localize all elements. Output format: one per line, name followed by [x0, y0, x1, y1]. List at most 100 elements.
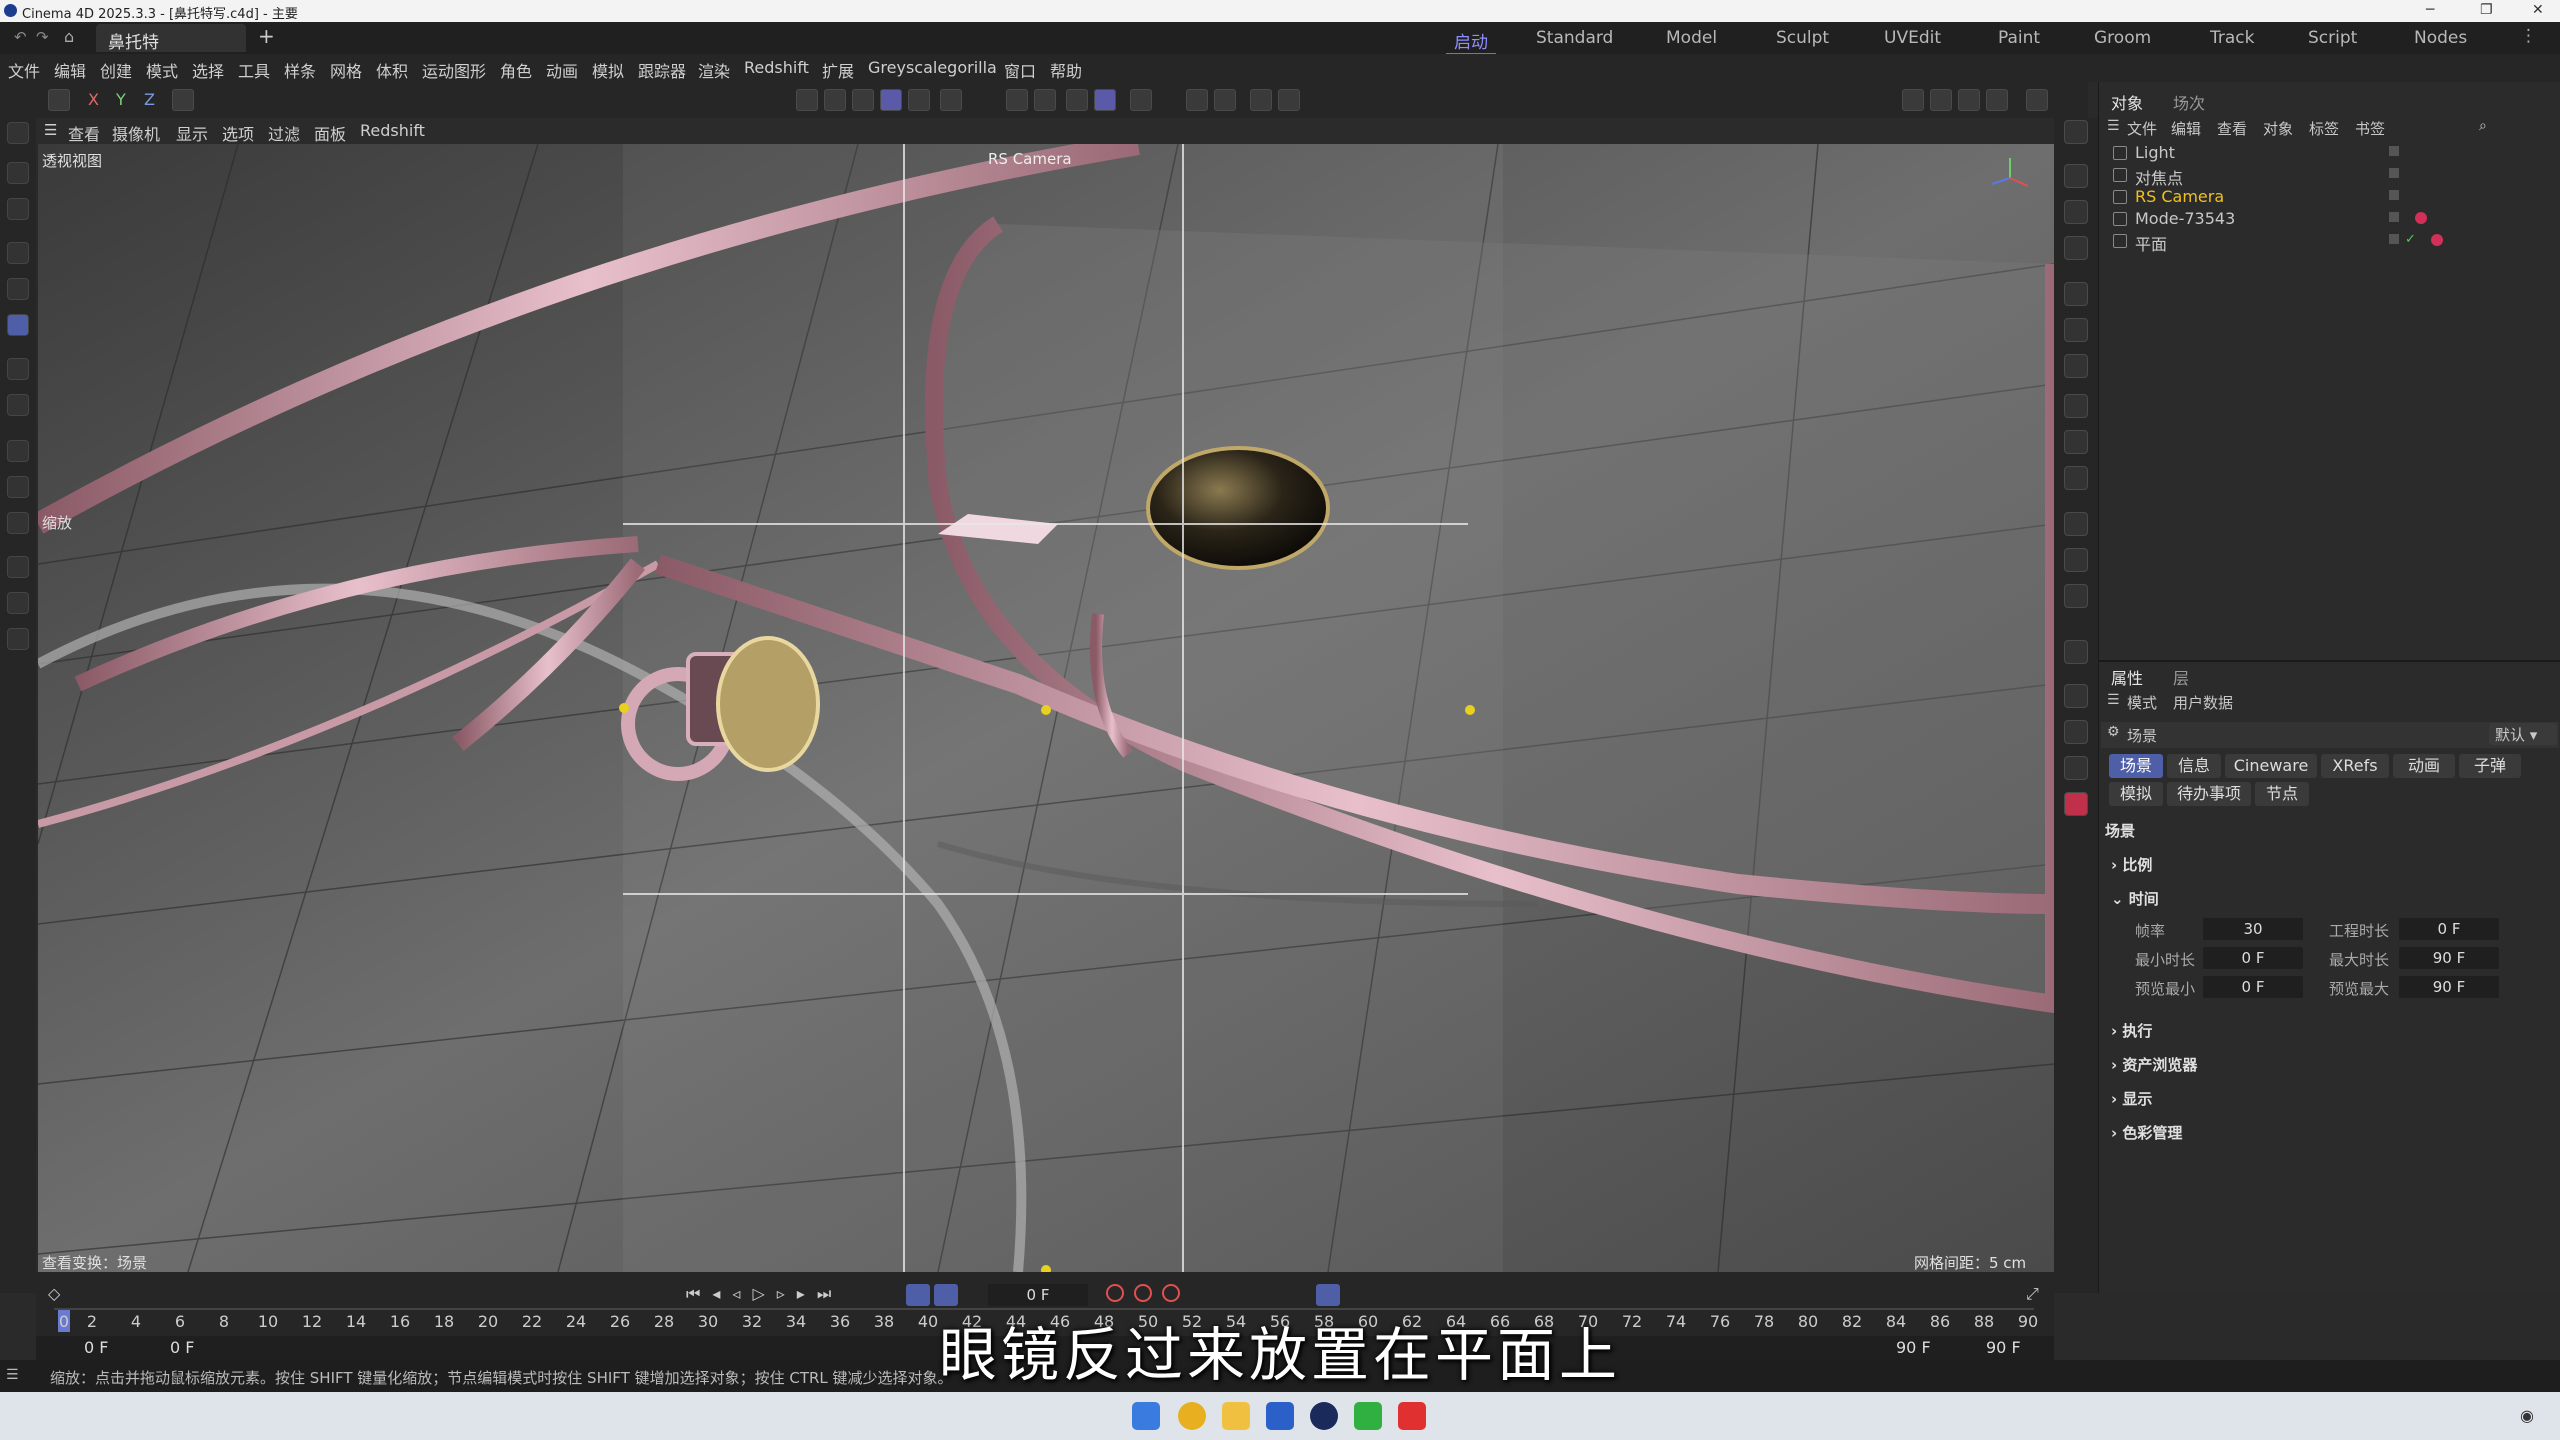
workplane-icon[interactable]	[1094, 89, 1116, 111]
attr-menu-icon[interactable]: ☰	[2107, 692, 2120, 708]
group-scale[interactable]: › 比例	[2111, 854, 2152, 875]
viewport-solo-icon[interactable]	[1250, 89, 1272, 111]
preset-dropdown[interactable]: 默认 ▾	[2489, 723, 2557, 745]
menu-tools[interactable]: 工具	[238, 58, 270, 82]
group-asset-browser[interactable]: › 资产浏览器	[2111, 1054, 2197, 1075]
menu-animate[interactable]: 动画	[546, 58, 578, 82]
cube-icon[interactable]	[2064, 200, 2088, 224]
menu-extensions[interactable]: 扩展	[822, 58, 854, 82]
quantize-icon[interactable]	[1130, 89, 1152, 111]
tray-icon[interactable]: ◉	[2520, 1406, 2534, 1425]
material-tag-icon[interactable]	[2415, 212, 2427, 224]
app-red-icon[interactable]	[1398, 1402, 1426, 1430]
current-frame-field[interactable]: 0 F	[988, 1284, 1088, 1306]
field-icon[interactable]	[2064, 430, 2088, 454]
word-icon[interactable]	[1266, 1402, 1294, 1430]
min-time-field[interactable]: 0 F	[2203, 947, 2303, 969]
tab-takes[interactable]: 场次	[2173, 90, 2205, 114]
snap-settings-icon[interactable]	[1034, 89, 1056, 111]
menu-greyscalegorilla[interactable]: Greyscalegorilla	[868, 58, 997, 77]
layout-tab-script[interactable]: Script	[2308, 28, 2357, 48]
checkmark-icon[interactable]: ✓	[2405, 232, 2416, 247]
vp-menu-cameras[interactable]: 摄像机	[112, 121, 160, 145]
max-time-field[interactable]: 90 F	[2399, 947, 2499, 969]
attr-btn-bullet[interactable]: 子弹	[2459, 754, 2521, 778]
attr-btn-animation[interactable]: 动画	[2393, 754, 2455, 778]
menu-window[interactable]: 窗口	[1004, 58, 1036, 82]
object-row-light[interactable]: Light	[2113, 142, 2553, 164]
rotate-tool-icon[interactable]	[7, 278, 29, 300]
scene-icon[interactable]	[2064, 466, 2088, 490]
menu-spline[interactable]: 样条	[284, 58, 316, 82]
layout-tab-standard[interactable]: Standard	[1536, 28, 1613, 48]
render-settings-icon[interactable]	[1214, 89, 1236, 111]
vp-menu-filter[interactable]: 过滤	[268, 121, 300, 145]
select-tool-icon[interactable]	[7, 198, 29, 220]
coordinate-system-icon[interactable]	[172, 89, 194, 111]
picture-viewer-icon[interactable]	[1930, 89, 1952, 111]
obj-menu-bookmarks[interactable]: 书签	[2355, 118, 2385, 139]
snap-icon[interactable]	[1006, 89, 1028, 111]
create-spline-icon[interactable]	[2064, 120, 2088, 144]
spline-pen-icon[interactable]	[7, 440, 29, 462]
layout-tab-startup[interactable]: 启动	[1446, 28, 1496, 55]
menu-mesh[interactable]: 网格	[330, 58, 362, 82]
grid-snap-icon[interactable]	[1066, 89, 1088, 111]
cloner-icon[interactable]	[2064, 318, 2088, 342]
magnet-icon[interactable]	[7, 628, 29, 650]
expand-icon[interactable]: ⤢	[2026, 1284, 2039, 1304]
axis-y-button[interactable]: Y	[116, 90, 126, 109]
obj-menu-edit[interactable]: 编辑	[2171, 118, 2201, 139]
preview-max-field[interactable]: 90 F	[2399, 976, 2499, 998]
cinema4d-taskbar-icon[interactable]	[1310, 1402, 1338, 1430]
motion-mode-icon[interactable]	[1316, 1284, 1340, 1306]
visibility-dot[interactable]	[2389, 212, 2399, 222]
keyframe-icon[interactable]: ◇	[48, 1284, 60, 1303]
deformer-icon[interactable]	[2064, 394, 2088, 418]
menu-mograph[interactable]: 运动图形	[422, 58, 486, 82]
image-viewer-icon[interactable]	[2064, 684, 2088, 708]
attr-btn-todo[interactable]: 待办事项	[2167, 782, 2251, 806]
layout-tab-paint[interactable]: Paint	[1998, 28, 2040, 48]
loop-icon[interactable]	[906, 1284, 930, 1306]
layout-tab-model[interactable]: Model	[1666, 28, 1717, 48]
object-row-focus[interactable]: 对焦点	[2113, 164, 2553, 188]
home-icon[interactable]: ⌂	[64, 27, 74, 46]
layout-tab-uvedit[interactable]: UVEdit	[1884, 28, 1941, 48]
add-tab-icon[interactable]: +	[258, 24, 275, 48]
keyframe-selection-icon[interactable]	[1162, 1284, 1180, 1302]
tab-objects[interactable]: 对象	[2111, 90, 2143, 114]
menu-simulate[interactable]: 模拟	[592, 58, 624, 82]
minimize-icon[interactable]: ─	[2426, 2, 2434, 18]
edges-mode-icon[interactable]	[824, 89, 846, 111]
layout-tab-track[interactable]: Track	[2210, 28, 2254, 48]
obj-menu-tags[interactable]: 标签	[2309, 118, 2339, 139]
group-execute[interactable]: › 执行	[2111, 1020, 2152, 1041]
render-icon[interactable]	[2064, 720, 2088, 744]
layout-tab-groom[interactable]: Groom	[2094, 28, 2151, 48]
vp-menu-view[interactable]: 查看	[68, 121, 100, 145]
tab-layers[interactable]: 层	[2173, 665, 2189, 689]
more-icon[interactable]: ⋮	[2520, 26, 2537, 46]
spline-smooth-icon[interactable]	[7, 512, 29, 534]
scale-tool-icon[interactable]	[7, 314, 29, 336]
spline-sketch-icon[interactable]	[7, 476, 29, 498]
object-menu-icon[interactable]: ☰	[2107, 118, 2120, 134]
file-explorer-icon[interactable]	[1222, 1402, 1250, 1430]
live-selection-icon[interactable]	[7, 162, 29, 184]
visibility-dot[interactable]	[2389, 146, 2399, 156]
attr-btn-scene[interactable]: 场景	[2109, 754, 2163, 778]
model-mode-icon[interactable]	[880, 89, 902, 111]
app-green-icon[interactable]	[1354, 1402, 1382, 1430]
document-tab[interactable]: 鼻托特写.c4d✕	[96, 24, 246, 78]
texture-mode-icon[interactable]	[908, 89, 930, 111]
layout-icon[interactable]	[48, 89, 70, 111]
axis-tool-icon[interactable]	[7, 394, 29, 416]
redo-icon[interactable]: ↷	[36, 28, 49, 46]
menu-render[interactable]: 渲染	[698, 58, 730, 82]
menu-select[interactable]: 选择	[192, 58, 224, 82]
cube-outline-icon[interactable]	[2064, 164, 2088, 188]
menu-help[interactable]: 帮助	[1050, 58, 1082, 82]
visibility-dot[interactable]	[2389, 234, 2399, 244]
lock-mode-icon[interactable]	[940, 89, 962, 111]
